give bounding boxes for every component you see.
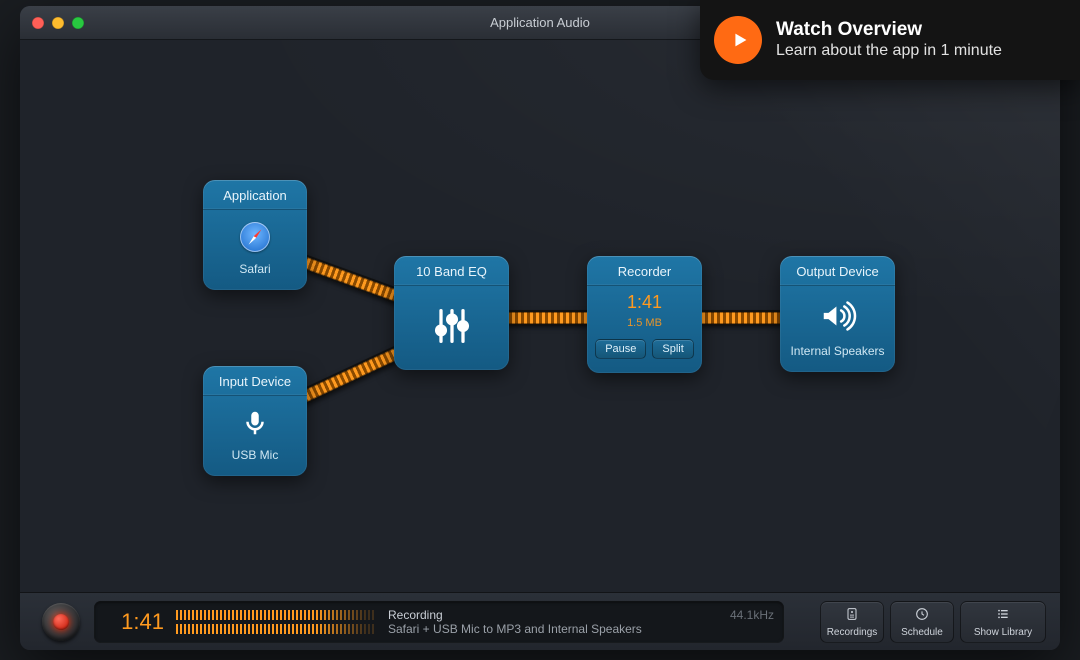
split-button[interactable]: Split — [652, 339, 693, 359]
status-state: Recording — [388, 608, 443, 622]
status-time: 1:41 — [108, 609, 164, 635]
app-window: Application Audio Application Safari Inp… — [20, 6, 1060, 650]
node-eq[interactable]: 10 Band EQ — [394, 256, 509, 370]
overview-title: Watch Overview — [776, 19, 1002, 41]
node-application-header: Application — [203, 180, 307, 210]
pipeline-canvas[interactable]: Application Safari Input Device USB Mic … — [20, 40, 1060, 592]
record-indicator-icon — [53, 614, 69, 630]
show-library-label: Show Library — [974, 627, 1032, 638]
node-recorder[interactable]: Recorder 1:41 1.5 MB Pause Split — [587, 256, 702, 373]
schedule-button[interactable]: Schedule — [890, 601, 954, 643]
zoom-icon[interactable] — [72, 17, 84, 29]
safari-icon — [238, 220, 272, 254]
clock-icon — [914, 606, 930, 625]
recorder-size: 1.5 MB — [627, 317, 662, 329]
action-buttons: Recordings Schedule Show Library — [820, 601, 1046, 643]
recordings-button[interactable]: Recordings — [820, 601, 884, 643]
status-description: Safari + USB Mic to MP3 and Internal Spe… — [388, 622, 774, 636]
node-output-device-label: Internal Speakers — [790, 344, 884, 358]
node-input-device[interactable]: Input Device USB Mic — [203, 366, 307, 476]
bottom-bar: 1:41 Recording 44.1kHz Safari + USB Mic … — [20, 592, 1060, 650]
schedule-label: Schedule — [901, 627, 943, 638]
node-input-device-label: USB Mic — [232, 448, 279, 462]
recorder-time: 1:41 — [627, 292, 662, 313]
status-panel: 1:41 Recording 44.1kHz Safari + USB Mic … — [94, 601, 784, 643]
node-output-device-header: Output Device — [780, 256, 895, 286]
show-library-button[interactable]: Show Library — [960, 601, 1046, 643]
minimize-icon[interactable] — [52, 17, 64, 29]
node-input-device-header: Input Device — [203, 366, 307, 396]
traffic-lights — [32, 17, 84, 29]
speaker-icon — [818, 296, 858, 336]
equalizer-icon — [430, 304, 474, 348]
microphone-icon — [238, 406, 272, 440]
record-button[interactable] — [42, 603, 80, 641]
close-icon[interactable] — [32, 17, 44, 29]
play-icon — [714, 16, 762, 64]
level-meter — [176, 608, 376, 636]
list-icon — [995, 606, 1011, 625]
node-output-device[interactable]: Output Device Internal Speakers — [780, 256, 895, 372]
node-recorder-header: Recorder — [587, 256, 702, 286]
recordings-icon — [844, 606, 860, 625]
node-application-label: Safari — [239, 262, 270, 276]
node-eq-header: 10 Band EQ — [394, 256, 509, 286]
pause-button[interactable]: Pause — [595, 339, 646, 359]
status-sample-rate: 44.1kHz — [730, 608, 774, 622]
overview-tip[interactable]: Watch Overview Learn about the app in 1 … — [700, 0, 1080, 80]
recordings-label: Recordings — [827, 627, 878, 638]
node-application[interactable]: Application Safari — [203, 180, 307, 290]
overview-subtitle: Learn about the app in 1 minute — [776, 41, 1002, 61]
